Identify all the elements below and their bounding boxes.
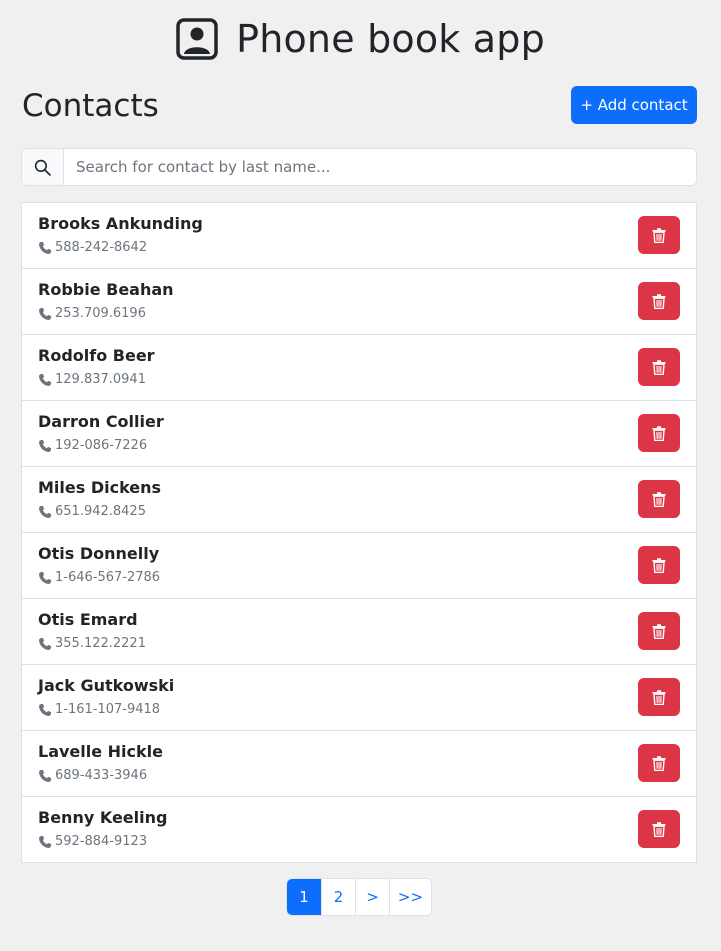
phone-icon — [39, 505, 52, 518]
trash-icon — [652, 623, 666, 639]
contact-row: Robbie Beahan 253.709.6196 — [22, 268, 696, 334]
delete-contact-button[interactable] — [638, 612, 680, 650]
contact-row: Lavelle Hickle 689-433-3946 — [22, 730, 696, 796]
page-link[interactable]: >> — [389, 879, 431, 915]
contact-name: Benny Keeling — [38, 808, 168, 827]
delete-contact-button[interactable] — [638, 414, 680, 452]
contact-phone: 253.709.6196 — [38, 306, 146, 321]
page-link[interactable]: > — [355, 879, 389, 915]
contact-row: Brooks Ankunding 588-242-8642 — [22, 203, 696, 268]
contact-name: Brooks Ankunding — [38, 214, 203, 233]
search-bar — [21, 148, 697, 186]
contact-row: Darron Collier 192-086-7226 — [22, 400, 696, 466]
contact-phone-number: 253.709.6196 — [55, 306, 146, 321]
phone-icon — [39, 769, 52, 782]
contact-name: Darron Collier — [38, 412, 164, 431]
trash-icon — [652, 821, 666, 837]
contact-name: Robbie Beahan — [38, 280, 174, 299]
trash-icon — [652, 491, 666, 507]
contact-row: Jack Gutkowski 1-161-107-9418 — [22, 664, 696, 730]
trash-icon — [652, 359, 666, 375]
phone-icon — [39, 241, 52, 254]
contact-phone: 192-086-7226 — [38, 438, 147, 453]
contact-name: Jack Gutkowski — [38, 676, 175, 695]
contact-list: Brooks Ankunding 588-242-8642 Robbie Beaha… — [21, 202, 697, 863]
pagination: 1 2 > >> — [286, 878, 432, 916]
person-badge-icon — [176, 18, 218, 60]
phone-icon — [39, 373, 52, 386]
contact-name: Otis Emard — [38, 610, 138, 629]
phone-icon — [39, 835, 52, 848]
contact-name: Rodolfo Beer — [38, 346, 155, 365]
contact-row: Rodolfo Beer 129.837.0941 — [22, 334, 696, 400]
phone-icon — [39, 703, 52, 716]
page-link[interactable]: 2 — [321, 879, 355, 915]
add-contact-label: + Add contact — [580, 96, 688, 114]
contact-row: Otis Emard 355.122.2221 — [22, 598, 696, 664]
contact-phone-number: 1-161-107-9418 — [55, 702, 161, 717]
trash-icon — [652, 689, 666, 705]
contact-phone: 129.837.0941 — [38, 372, 146, 387]
contact-name: Miles Dickens — [38, 478, 162, 497]
contact-phone-number: 1-646-567-2786 — [55, 570, 161, 585]
trash-icon — [652, 227, 666, 243]
page-link[interactable]: 1 — [287, 879, 321, 915]
contact-phone-number: 355.122.2221 — [55, 636, 146, 651]
contact-phone-number: 192-086-7226 — [55, 438, 148, 453]
search-addon — [22, 149, 64, 185]
contact-phone-number: 651.942.8425 — [55, 504, 146, 519]
contact-row: Benny Keeling 592-884-9123 — [22, 796, 696, 862]
app-title: Phone book app — [236, 17, 545, 61]
page-title: Contacts — [22, 88, 159, 124]
contact-name: Lavelle Hickle — [38, 742, 163, 761]
contact-phone: 588-242-8642 — [38, 240, 147, 255]
trash-icon — [652, 557, 666, 573]
phone-icon — [39, 439, 52, 452]
delete-contact-button[interactable] — [638, 546, 680, 584]
contact-phone-number: 129.837.0941 — [55, 372, 146, 387]
delete-contact-button[interactable] — [638, 480, 680, 518]
trash-icon — [652, 425, 666, 441]
contact-phone-number: 689-433-3946 — [55, 768, 148, 783]
delete-contact-button[interactable] — [638, 678, 680, 716]
contact-phone: 1-161-107-9418 — [38, 702, 160, 717]
contact-phone: 592-884-9123 — [38, 834, 147, 849]
delete-contact-button[interactable] — [638, 282, 680, 320]
app-header: Phone book app — [0, 14, 721, 64]
phone-icon — [39, 307, 52, 320]
contact-phone-number: 592-884-9123 — [55, 834, 148, 849]
contact-phone-number: 588-242-8642 — [55, 240, 148, 255]
trash-icon — [652, 293, 666, 309]
trash-icon — [652, 755, 666, 771]
contact-row: Miles Dickens 651.942.8425 — [22, 466, 696, 532]
contact-phone: 1-646-567-2786 — [38, 570, 160, 585]
contact-phone: 689-433-3946 — [38, 768, 147, 783]
delete-contact-button[interactable] — [638, 744, 680, 782]
phone-icon — [39, 571, 52, 584]
phone-icon — [39, 637, 52, 650]
delete-contact-button[interactable] — [638, 348, 680, 386]
contact-row: Otis Donnelly 1-646-567-2786 — [22, 532, 696, 598]
contact-name: Otis Donnelly — [38, 544, 160, 563]
contact-phone: 355.122.2221 — [38, 636, 146, 651]
delete-contact-button[interactable] — [638, 810, 680, 848]
contact-phone: 651.942.8425 — [38, 504, 146, 519]
search-icon — [34, 159, 51, 176]
search-input[interactable] — [64, 149, 696, 185]
add-contact-button[interactable]: + Add contact — [571, 86, 697, 124]
delete-contact-button[interactable] — [638, 216, 680, 254]
